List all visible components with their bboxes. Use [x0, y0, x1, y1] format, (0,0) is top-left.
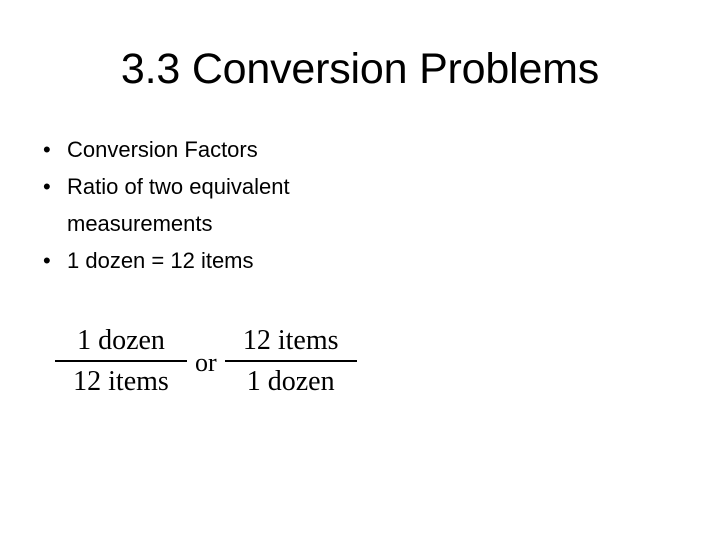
bullet-list: • Conversion Factors • Ratio of two equi… — [38, 131, 368, 279]
list-item-label: Conversion Factors — [67, 137, 258, 162]
right-fraction-numerator: 12 items — [242, 325, 339, 356]
list-item-label: 1 dozen = 12 items — [67, 248, 254, 273]
left-fraction-denominator: 12 items — [73, 366, 169, 397]
bullet-point-icon: • — [43, 137, 51, 162]
left-fraction: 1 dozen 12 items — [55, 327, 187, 396]
left-fraction-numerator: 1 dozen — [77, 325, 165, 356]
bullet-point-icon: • — [43, 248, 51, 273]
list-item: • Ratio of two equivalent measurements — [38, 168, 368, 242]
bullet-point-icon: • — [43, 174, 51, 199]
list-item: • Conversion Factors — [38, 131, 368, 168]
right-fraction: 12 items 1 dozen — [224, 325, 357, 397]
equation-separator: or — [195, 347, 217, 377]
right-fraction-denominator: 1 dozen — [246, 366, 335, 397]
page-title: 3.3 Conversion Problems — [120, 45, 600, 93]
list-item-label: Ratio of two equivalent measurements — [67, 174, 290, 236]
conversion-factor-equation: 1 dozen 12 items or 12 items 1 dozen — [55, 327, 357, 396]
list-item: • 1 dozen = 12 items — [38, 242, 368, 279]
slide-canvas: 3.3 Conversion Problems • Conversion Fac… — [0, 0, 720, 540]
